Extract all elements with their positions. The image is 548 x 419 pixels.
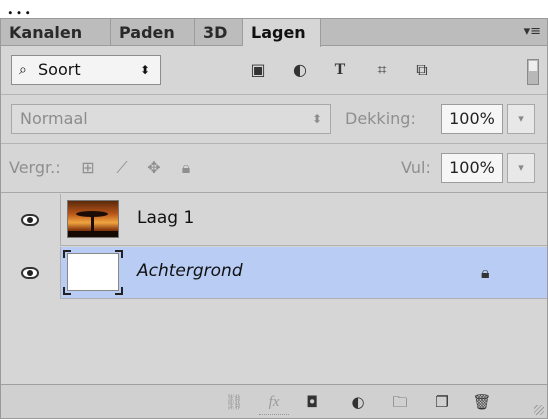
thumbnail-selection-corner	[115, 250, 123, 258]
opacity-label: Dekking:	[345, 109, 416, 128]
type-layer-filter-icon[interactable]: T	[331, 61, 349, 79]
adjustment-layer-filter-icon[interactable]: ◐	[291, 61, 309, 79]
filter-toggle-switch[interactable]	[527, 59, 539, 85]
fill-dropdown-button[interactable]: ▾	[507, 153, 535, 183]
lock-all-icon[interactable]: 🔒︎	[177, 159, 195, 177]
resize-corner-handle[interactable]	[534, 405, 544, 415]
lock-row: Vergr.: ⊞ ⟋ ✥ 🔒︎ Vul: 100% ▾	[1, 145, 547, 193]
layers-panel: Kanalen Paden 3D Lagen ▾≡ ⌕ Soort ⬍ ▣ ◐ …	[0, 18, 548, 419]
updown-arrow-icon: ⬍	[311, 112, 322, 126]
eye-icon	[21, 214, 39, 226]
lock-transparent-pixels-icon[interactable]: ⊞	[79, 159, 97, 177]
smart-object-filter-icon[interactable]: ⧉	[413, 61, 431, 79]
tab-3d[interactable]: 3D	[195, 19, 243, 46]
adjustment-layer-icon[interactable]: ◐	[347, 391, 369, 413]
layer-row-laag-1[interactable]: Laag 1	[1, 194, 547, 246]
fx-icon[interactable]: fx	[263, 391, 285, 413]
folder-icon[interactable]: 🗀	[389, 391, 411, 413]
blend-row: Normaal ⬍ Dekking: 100% ▾	[1, 96, 547, 144]
tab-kanalen[interactable]: Kanalen	[1, 19, 111, 46]
opacity-field[interactable]: 100%	[441, 104, 503, 134]
trash-icon[interactable]: 🗑	[471, 391, 493, 413]
mask-icon[interactable]: ◘	[301, 391, 323, 413]
filter-kind-label: Soort	[38, 60, 81, 79]
thumbnail-selection-corner	[63, 250, 71, 258]
filter-kind-select[interactable]: ⌕ Soort ⬍	[11, 55, 161, 85]
link-layers-icon[interactable]: ⛓	[223, 391, 245, 413]
search-icon: ⌕	[19, 62, 27, 78]
panel-menu-icon[interactable]: ▾≡	[524, 24, 541, 39]
lock-label: Vergr.:	[9, 158, 61, 177]
layer-row-achtergrond[interactable]: Achtergrond 🔒︎	[1, 247, 547, 299]
layer-thumbnail	[67, 253, 119, 291]
layers-footer-toolbar: ⛓ fx ◘ ◐ 🗀 ❐ 🗑	[1, 384, 547, 418]
pixel-layer-filter-icon[interactable]: ▣	[249, 61, 267, 79]
opacity-dropdown-button[interactable]: ▾	[507, 104, 535, 134]
backdrop-text: …	[6, 0, 32, 20]
new-layer-icon[interactable]: ❐	[431, 391, 453, 413]
ground-shape	[68, 231, 118, 237]
layers-list: Laag 1 Achtergrond 🔒︎	[1, 194, 547, 384]
layer-filter-row: ⌕ Soort ⬍ ▣ ◐ T ⌗ ⧉	[1, 47, 547, 95]
thumbnail-selection-corner	[63, 287, 71, 295]
lock-icon[interactable]: 🔒︎	[481, 263, 490, 283]
visibility-toggle[interactable]	[1, 194, 61, 246]
panel-resize-grip[interactable]	[259, 414, 289, 418]
lock-position-icon[interactable]: ✥	[145, 159, 163, 177]
layer-thumbnail	[67, 200, 119, 238]
eye-icon	[21, 267, 39, 279]
blend-mode-value: Normaal	[20, 109, 88, 128]
fill-field[interactable]: 100%	[441, 153, 503, 183]
shape-layer-filter-icon[interactable]: ⌗	[373, 61, 391, 79]
blend-mode-select[interactable]: Normaal ⬍	[11, 104, 331, 134]
fill-label: Vul:	[401, 158, 431, 177]
tab-lagen[interactable]: Lagen	[243, 19, 321, 47]
updown-arrow-icon: ⬍	[139, 63, 150, 77]
background-document-text: …	[0, 0, 548, 20]
tab-paden[interactable]: Paden	[111, 19, 195, 46]
layer-name[interactable]: Laag 1	[137, 208, 194, 228]
visibility-toggle[interactable]	[1, 247, 61, 299]
thumbnail-selection-corner	[115, 287, 123, 295]
layer-name[interactable]: Achtergrond	[137, 261, 243, 281]
lock-image-pixels-icon[interactable]: ⟋	[113, 159, 131, 177]
panel-tabbar: Kanalen Paden 3D Lagen ▾≡	[1, 19, 547, 47]
